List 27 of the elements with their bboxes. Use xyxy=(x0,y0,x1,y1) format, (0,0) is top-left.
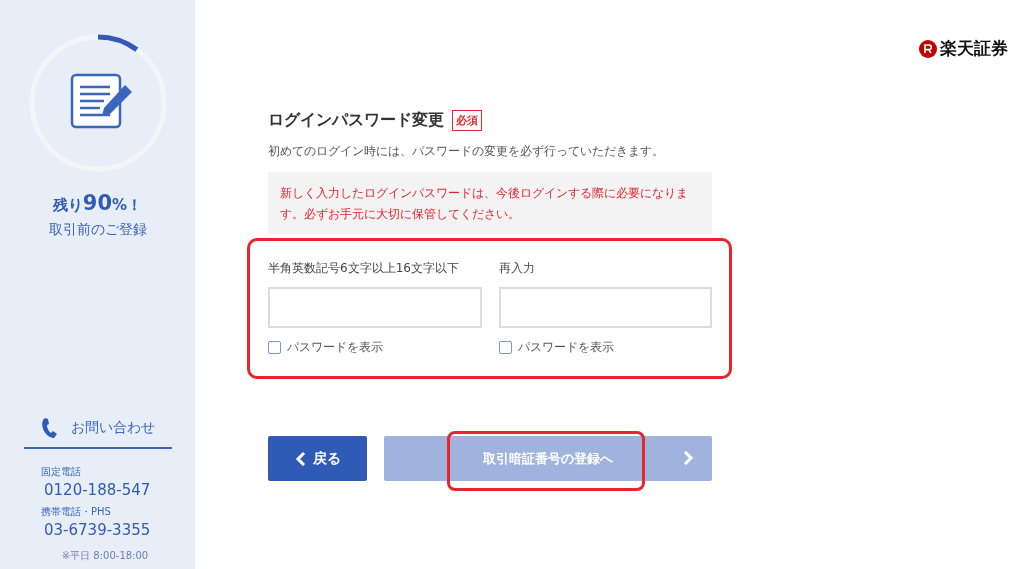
logo-mark-icon xyxy=(919,39,937,58)
contact-heading: お問い合わせ xyxy=(70,419,155,437)
phone-number: 03-6739-3355 xyxy=(44,521,151,539)
password-input[interactable] xyxy=(498,287,712,328)
checkbox-label[interactable]: パスワードを表示 xyxy=(287,339,383,356)
required-badge: 必須 xyxy=(452,110,482,131)
form-title: ログインパスワード変更 xyxy=(268,110,444,131)
step-caption: 取引前のご登録 xyxy=(48,221,147,239)
chevron-left-icon xyxy=(294,451,307,466)
password-input[interactable] xyxy=(268,287,482,328)
notice-text: 新しく入力したログインパスワードは、今後ログインする際に必要になります。必ずお手元に大切に保管してください。 xyxy=(280,186,688,221)
logo: 楽天証券 xyxy=(919,37,1008,60)
checkbox-label[interactable]: パスワードを表示 xyxy=(517,339,614,356)
checkbox[interactable] xyxy=(268,341,281,354)
document-pen-icon xyxy=(70,73,132,129)
phone-label: 携帯電話・PHS xyxy=(41,505,112,519)
field-label: 半角英数記号6文字以上16文字以下 xyxy=(268,260,460,277)
phone-icon xyxy=(40,417,59,439)
back-button[interactable]: 戻る xyxy=(268,436,367,481)
phone-label: 固定電話 xyxy=(41,465,82,479)
field-label: 再入力 xyxy=(498,260,536,277)
description-text: 初めてのログイン時には、パスワードの変更を必ず行っていただきます。 xyxy=(268,143,665,160)
checkbox[interactable] xyxy=(498,341,512,354)
phone-number: 0120-188-547 xyxy=(44,481,151,499)
business-hours: ※平日 8:00-18:00 xyxy=(61,549,149,563)
remaining-progress-text: 残り 90%！ xyxy=(52,191,143,215)
chevron-right-icon xyxy=(682,451,694,465)
